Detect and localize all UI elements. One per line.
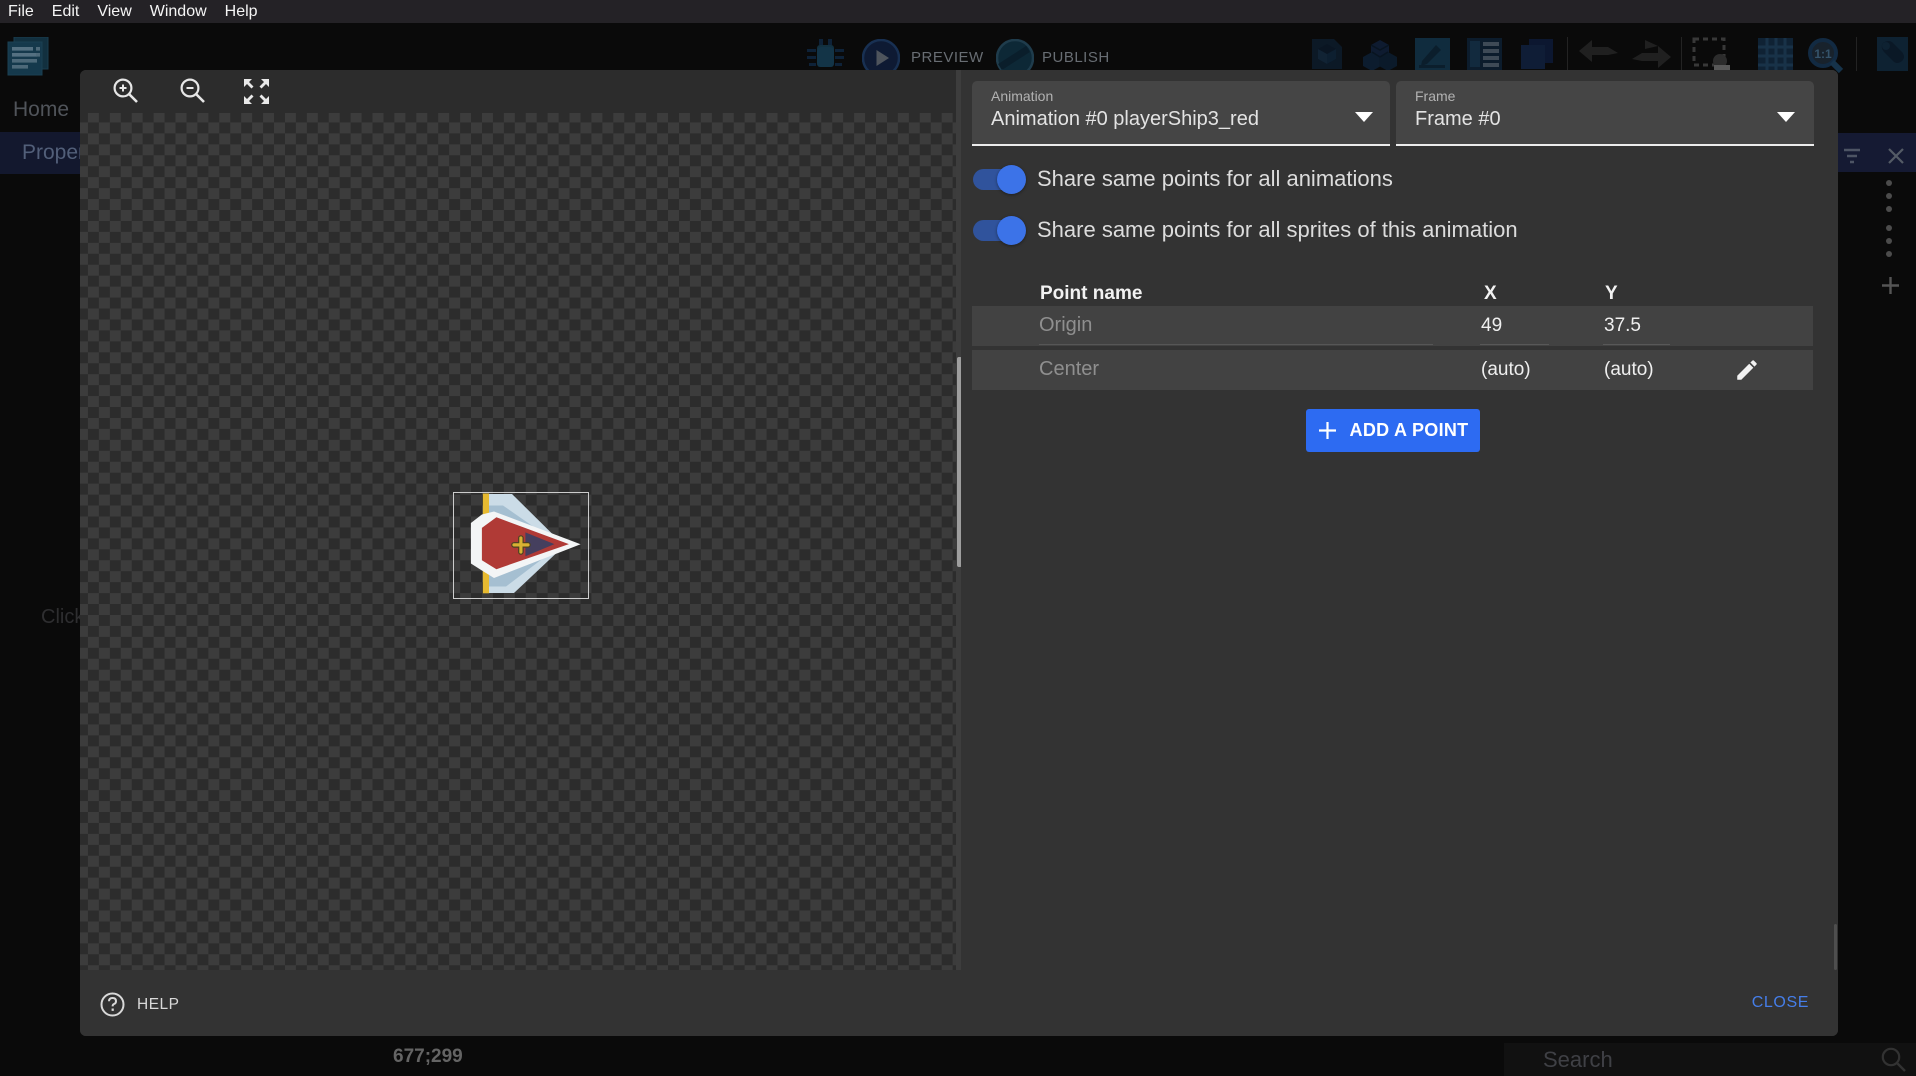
svg-text:1:1: 1:1 <box>1814 47 1832 61</box>
